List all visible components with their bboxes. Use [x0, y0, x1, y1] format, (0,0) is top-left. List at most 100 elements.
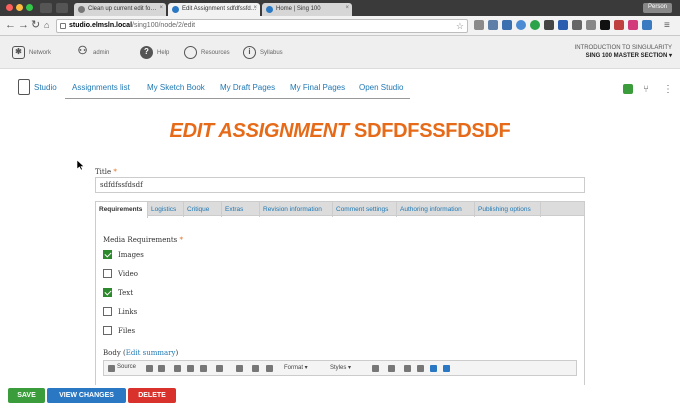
format-dropdown[interactable]: Format ▾: [284, 364, 308, 371]
links-label: Links: [118, 308, 138, 316]
edit-summary-link[interactable]: Edit summary: [126, 349, 176, 357]
header-help[interactable]: ? Help: [140, 46, 169, 59]
tab-extras[interactable]: Extras: [222, 202, 260, 217]
embed-icon[interactable]: [443, 365, 450, 372]
template-icon[interactable]: [388, 365, 395, 372]
header-syllabus[interactable]: i Syllabus: [243, 46, 283, 59]
close-tab-icon[interactable]: ×: [159, 5, 163, 11]
site-header: ✱ Network ⚇ admin ? Help Resources i Syl…: [0, 36, 680, 69]
user-icon: ⚇: [77, 45, 88, 57]
close-window-icon[interactable]: [6, 4, 13, 11]
source-button[interactable]: Source: [117, 364, 136, 370]
extension-icon[interactable]: [558, 20, 568, 30]
extension-icon[interactable]: [502, 20, 512, 30]
media-icon[interactable]: [430, 365, 437, 372]
chevron-down-icon: ▾: [668, 53, 672, 59]
check-icon[interactable]: [417, 365, 424, 372]
image-icon[interactable]: [174, 365, 181, 372]
images-checkbox[interactable]: [103, 250, 112, 259]
browser-tab[interactable]: Clean up current edit fo… ×: [74, 3, 166, 16]
close-tab-icon[interactable]: ×: [253, 5, 257, 11]
links-checkbox[interactable]: [103, 307, 112, 316]
save-icon[interactable]: [623, 84, 633, 94]
section-switcher[interactable]: INTRODUCTION TO SINGULARITY SING 100 MAS…: [575, 44, 672, 60]
table-icon[interactable]: [252, 365, 259, 372]
nav-divider: [65, 98, 410, 99]
files-label: Files: [118, 327, 136, 335]
extension-icon[interactable]: [628, 20, 638, 30]
numbered-list-icon[interactable]: [146, 365, 153, 372]
text-checkbox[interactable]: [103, 288, 112, 297]
nav-open-studio[interactable]: Open Studio: [359, 83, 403, 92]
tab-favicon: [266, 6, 273, 13]
nav-my-draft-pages[interactable]: My Draft Pages: [220, 83, 275, 92]
more-vertical-icon[interactable]: ⋮: [663, 84, 673, 95]
bullet-list-icon[interactable]: [158, 365, 165, 372]
nav-studio[interactable]: Studio: [34, 83, 57, 92]
tab-comment-settings[interactable]: Comment settings: [333, 202, 397, 217]
minimize-window-icon[interactable]: [16, 4, 23, 11]
text-label: Text: [118, 289, 134, 297]
section-name: SING 100 MASTER SECTION ▾: [585, 53, 672, 59]
images-label: Images: [118, 251, 144, 259]
tab-critique[interactable]: Critique: [184, 202, 222, 217]
github-tab-icon[interactable]: [40, 3, 52, 13]
extension-icon[interactable]: [600, 20, 610, 30]
styles-dropdown[interactable]: Styles ▾: [330, 364, 351, 371]
extension-icon[interactable]: [614, 20, 624, 30]
tab-authoring-information[interactable]: Authoring information: [397, 202, 475, 217]
extension-icon[interactable]: [544, 20, 554, 30]
header-resources[interactable]: Resources: [184, 46, 230, 59]
form-tabs: Requirements Logistics Critique Extras R…: [95, 201, 585, 218]
spellcheck-icon[interactable]: [216, 365, 223, 372]
menu-icon[interactable]: ≡: [664, 19, 670, 32]
back-icon[interactable]: ←: [5, 19, 16, 32]
bookmark-star-icon[interactable]: ☆: [456, 21, 464, 32]
close-tab-icon[interactable]: ×: [345, 5, 349, 11]
header-network[interactable]: ✱ Network: [12, 46, 51, 59]
globe-icon[interactable]: [404, 365, 411, 372]
table-grid-icon[interactable]: [372, 365, 379, 372]
body-label: Body (Edit summary): [103, 349, 179, 357]
home-icon[interactable]: ⌂: [44, 19, 49, 32]
nav-assignments-list[interactable]: Assignments list: [72, 83, 130, 92]
delete-button[interactable]: DELETE: [128, 388, 176, 403]
files-checkbox[interactable]: [103, 326, 112, 335]
browser-user-badge[interactable]: Person: [642, 3, 672, 13]
browser-tab-active[interactable]: Edit Assignment sdfdfssfd… ×: [168, 3, 260, 16]
nav-my-sketch-book[interactable]: My Sketch Book: [147, 83, 205, 92]
extension-icon[interactable]: [642, 20, 652, 30]
extension-icon[interactable]: [572, 20, 582, 30]
extension-icon[interactable]: [586, 20, 596, 30]
github-tab-icon[interactable]: [56, 3, 68, 13]
link-icon[interactable]: [187, 365, 194, 372]
tab-favicon: [172, 6, 179, 13]
tab-publishing-options[interactable]: Publishing options: [475, 202, 541, 217]
video-checkbox[interactable]: [103, 269, 112, 278]
remove-format-icon[interactable]: [266, 365, 273, 372]
browser-tab-strip: Clean up current edit fo… × Edit Assignm…: [0, 0, 680, 16]
tab-favicon: [78, 6, 85, 13]
nav-my-final-pages[interactable]: My Final Pages: [290, 83, 345, 92]
extension-icon[interactable]: [488, 20, 498, 30]
horizontal-rule-icon[interactable]: [236, 365, 243, 372]
save-button[interactable]: SAVE: [8, 388, 45, 403]
forward-icon[interactable]: →: [18, 19, 29, 32]
view-changes-button[interactable]: VIEW CHANGES: [47, 388, 126, 403]
header-user[interactable]: ⚇ admin: [76, 45, 110, 59]
unlink-icon[interactable]: [200, 365, 207, 372]
source-icon[interactable]: [108, 365, 115, 372]
extension-icon[interactable]: [474, 20, 484, 30]
fork-icon[interactable]: ⑂: [643, 84, 649, 95]
network-icon: ✱: [12, 46, 25, 59]
media-requirements-label: Media Requirements *: [103, 236, 183, 244]
browser-tab[interactable]: Home | Sing 100 ×: [262, 3, 352, 16]
maximize-window-icon[interactable]: [26, 4, 33, 11]
title-input[interactable]: [95, 177, 585, 193]
extension-icon[interactable]: [516, 20, 526, 30]
tab-revision-information[interactable]: Revision information: [260, 202, 333, 217]
tab-logistics[interactable]: Logistics: [148, 202, 184, 217]
reload-icon[interactable]: ↻: [31, 19, 40, 32]
extension-icon[interactable]: [530, 20, 540, 30]
address-bar[interactable]: studio.elmsln.local/sing100/node/2/edit …: [56, 19, 468, 33]
